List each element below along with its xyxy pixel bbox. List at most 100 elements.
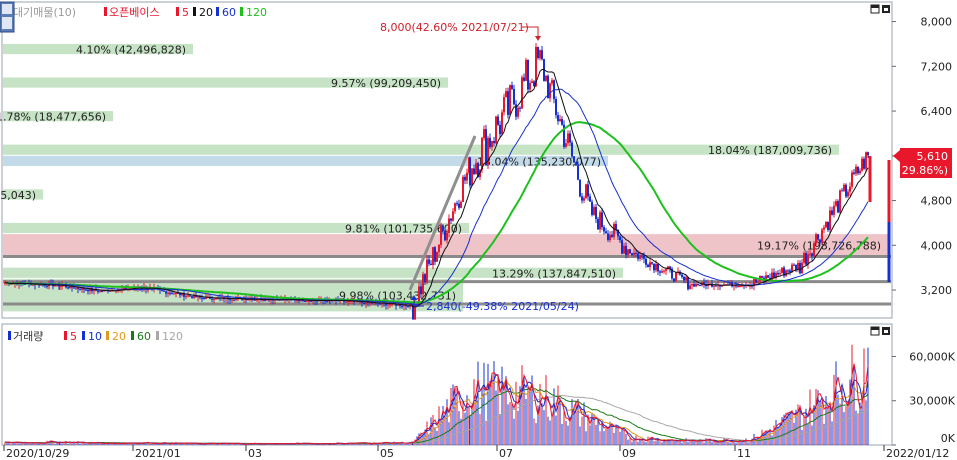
price-tick-label: 4,000 — [921, 239, 953, 252]
candle-body — [819, 239, 821, 243]
candle-body — [525, 59, 527, 81]
x-axis: 2020/10/29 2021/01 03 05 07 09 11 2022/01/12 — [3, 445, 949, 460]
candle-body — [593, 207, 595, 215]
legend-ma120: 120 — [246, 6, 267, 19]
candle-body — [545, 75, 547, 81]
low-annotation-label: 2,840(-49.38% 2021/05/24) — [426, 300, 579, 313]
candle-body — [521, 77, 523, 109]
candle-body — [475, 163, 477, 175]
price-tick-label: 3,200 — [921, 284, 953, 297]
candle-body — [789, 270, 791, 273]
candle-body — [843, 184, 845, 191]
candle-body — [757, 281, 759, 283]
candle-body — [673, 278, 675, 282]
candle-body — [623, 245, 625, 254]
candle-body — [509, 85, 511, 115]
candle-body — [633, 252, 635, 256]
chart-tool-button[interactable] — [0, 1, 15, 33]
candle-body — [573, 156, 575, 163]
candle-body — [595, 207, 597, 219]
candle-body — [450, 218, 452, 221]
candle-body — [681, 274, 683, 277]
y-axis: 8,0007,2006,4005,6004,8004,0003,20060,00… — [892, 16, 956, 446]
candle-body — [231, 299, 233, 301]
candle-body — [601, 212, 603, 228]
candle-body — [779, 273, 781, 275]
candle-body — [493, 140, 495, 144]
legend-ma20: 20 — [199, 6, 213, 19]
candle-body — [304, 300, 306, 302]
price-tick-label: 4,800 — [921, 195, 953, 208]
candle-body — [412, 305, 414, 320]
candle-body — [565, 143, 567, 147]
candle-body — [555, 99, 557, 116]
legend-volume-label: 거래량 — [13, 330, 43, 343]
legend-vma5: 5 — [70, 330, 77, 343]
candle-body — [471, 168, 473, 186]
candle-body — [99, 290, 101, 292]
legend-swatch-vma120 — [156, 331, 159, 340]
candle-body — [813, 243, 815, 257]
candle-body — [695, 283, 697, 287]
volume-profile-label: 9.57% (99,209,450) — [331, 77, 441, 90]
current-price-value: 5,610 — [917, 150, 949, 163]
volume-profile-label: 19.17% (198,726,788) — [757, 239, 881, 252]
candle-body — [537, 46, 539, 59]
candle-body — [631, 253, 633, 256]
candle-body — [296, 300, 298, 302]
candle-body — [77, 287, 79, 289]
candle-body — [460, 201, 462, 208]
maximize-icon-bar — [871, 327, 879, 330]
candle-body — [511, 85, 513, 89]
candle-body — [440, 225, 442, 245]
x-tick-label: 05 — [380, 447, 394, 460]
candle-body — [691, 283, 693, 286]
candle-body — [859, 170, 861, 174]
candle-body — [839, 190, 841, 213]
legend-swatch-vma20 — [106, 331, 109, 340]
candle-body — [605, 231, 607, 234]
candle-body — [185, 295, 187, 297]
candle-body — [345, 301, 347, 303]
current-price-pointer — [893, 150, 900, 162]
candle-body — [424, 274, 426, 283]
candle-body — [585, 184, 587, 199]
candle-body — [369, 302, 371, 304]
candle-body — [438, 244, 440, 252]
candle-body — [189, 295, 191, 297]
candle-body — [173, 293, 175, 295]
candle-body — [432, 247, 434, 266]
candle-body — [675, 272, 677, 282]
candle-body — [519, 107, 521, 109]
candle-body — [448, 218, 450, 233]
candle-body — [855, 166, 857, 174]
candle-body — [458, 203, 460, 208]
candle-body — [464, 176, 466, 181]
candle-body — [861, 158, 863, 171]
maximize-icon-bar — [871, 5, 879, 8]
candle-body — [306, 300, 308, 302]
candle-body — [531, 81, 533, 83]
x-tick-label: 2022/01/12 — [886, 447, 949, 460]
candle-body — [643, 255, 645, 259]
current-price-change: ( 29.86%) — [894, 164, 948, 177]
candle-body — [489, 137, 491, 148]
candle-body — [211, 298, 213, 300]
candle-body — [715, 285, 717, 287]
candle-body — [653, 263, 655, 271]
candle-body — [761, 275, 763, 278]
volume-tick-label: 30,000K — [909, 395, 955, 408]
candle-body — [637, 253, 639, 259]
candle-body — [629, 249, 631, 254]
candle-body — [609, 234, 611, 240]
candle-body — [575, 162, 577, 166]
candle-body — [229, 299, 231, 301]
candle-body — [599, 212, 601, 230]
candle-body — [497, 116, 499, 125]
price-tick-label: 7,200 — [921, 60, 953, 73]
candle-body — [645, 258, 647, 265]
legend-ma60: 60 — [222, 6, 236, 19]
candle-body — [849, 186, 851, 192]
candle-body — [454, 203, 456, 212]
candle-body — [795, 264, 797, 270]
